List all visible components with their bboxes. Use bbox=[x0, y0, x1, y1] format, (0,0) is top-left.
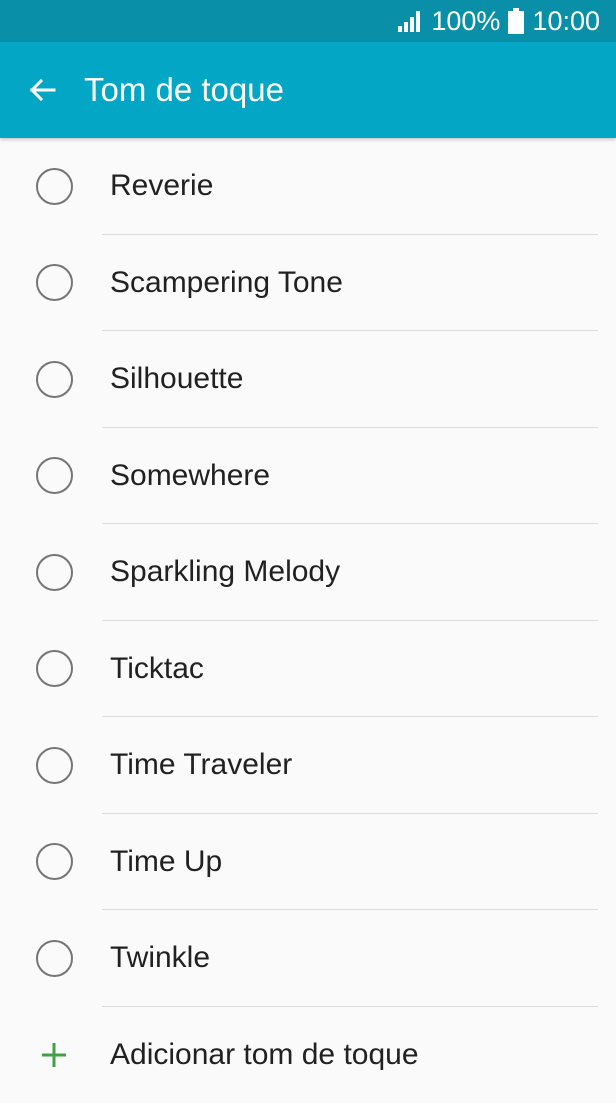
ringtone-item-ticktac[interactable]: Ticktac bbox=[0, 621, 616, 717]
ringtone-item-twinkle[interactable]: Twinkle bbox=[0, 910, 616, 1007]
signal-icon bbox=[398, 11, 421, 32]
radio-button[interactable] bbox=[36, 360, 73, 398]
radio-button[interactable] bbox=[36, 264, 73, 302]
radio-button[interactable] bbox=[36, 553, 73, 591]
ringtone-item-sparkling-melody[interactable]: Sparkling Melody bbox=[0, 524, 616, 621]
radio-button[interactable] bbox=[36, 939, 73, 977]
ringtone-label: Reverie bbox=[110, 169, 214, 202]
plus-icon bbox=[40, 1041, 68, 1069]
ringtone-label: Sparkling Melody bbox=[110, 555, 341, 588]
page-title: Tom de toque bbox=[84, 71, 284, 108]
app-bar: Tom de toque bbox=[0, 42, 616, 138]
ringtone-label: Somewhere bbox=[110, 458, 271, 492]
ringtone-label: Ticktac bbox=[110, 651, 204, 685]
battery-percent: 100% bbox=[431, 5, 501, 36]
radio-button[interactable] bbox=[36, 746, 73, 784]
ringtone-label: Scampering Tone bbox=[110, 265, 343, 299]
clock: 10:00 bbox=[532, 5, 600, 36]
ringtone-item-scampering-tone[interactable]: Scampering Tone bbox=[0, 235, 616, 331]
radio-button[interactable] bbox=[36, 167, 73, 205]
ringtone-label: Silhouette bbox=[110, 362, 244, 395]
radio-button[interactable] bbox=[36, 650, 73, 688]
status-bar: 100% 10:00 bbox=[0, 0, 616, 42]
ringtone-item-reverie[interactable]: Reverie bbox=[0, 138, 616, 235]
ringtone-label: Time Traveler bbox=[110, 748, 293, 781]
back-button[interactable] bbox=[18, 66, 66, 114]
ringtone-item-time-traveler[interactable]: Time Traveler bbox=[0, 717, 616, 814]
ringtone-label: Time Up bbox=[110, 844, 223, 878]
radio-button[interactable] bbox=[36, 457, 73, 495]
ringtone-label: Twinkle bbox=[110, 941, 211, 974]
status-indicators: 100% 10:00 bbox=[397, 0, 600, 42]
ringtone-item-silhouette[interactable]: Silhouette bbox=[0, 331, 616, 428]
back-arrow-icon bbox=[29, 78, 56, 102]
add-ringtone-button[interactable]: Adicionar tom de toque bbox=[0, 1007, 616, 1103]
ringtone-list: Reverie Scampering Tone Silhouette Somew… bbox=[0, 138, 616, 1103]
battery-icon bbox=[508, 8, 525, 34]
add-ringtone-label: Adicionar tom de toque bbox=[110, 1037, 419, 1071]
ringtone-item-somewhere[interactable]: Somewhere bbox=[0, 428, 616, 524]
ringtone-item-time-up[interactable]: Time Up bbox=[0, 814, 616, 910]
radio-button[interactable] bbox=[36, 843, 73, 881]
